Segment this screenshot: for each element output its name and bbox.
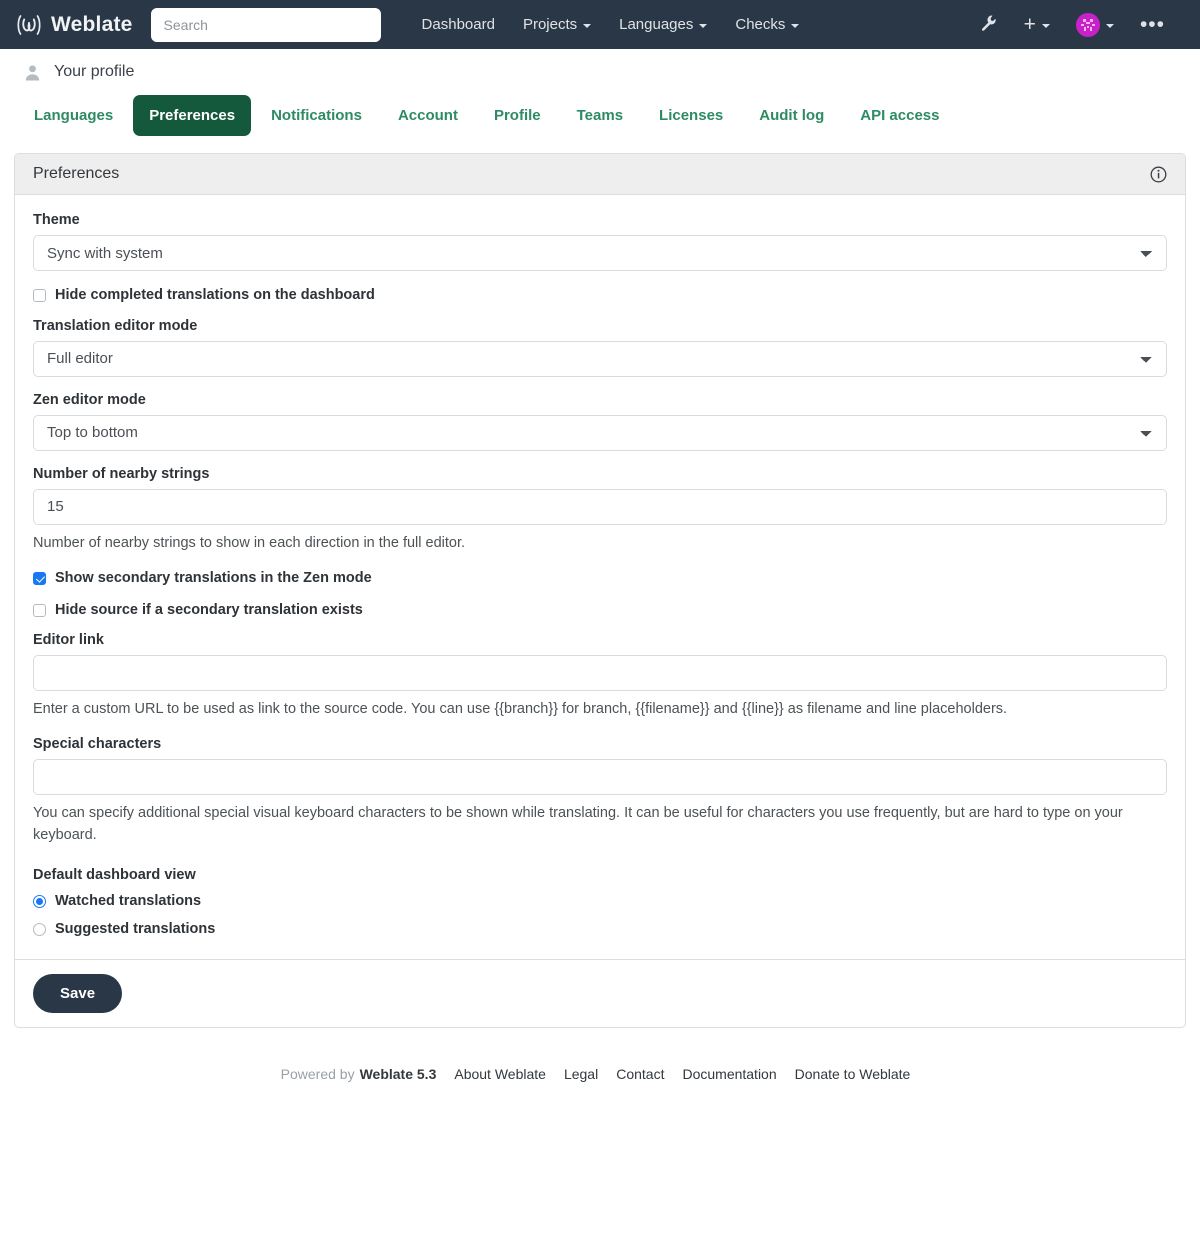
- tab-languages[interactable]: Languages: [18, 95, 129, 136]
- plus-icon: +: [1023, 12, 1036, 36]
- field-translation-editor-mode: Translation editor mode Full editor: [33, 318, 1167, 377]
- user-icon: [24, 64, 41, 81]
- user-menu-button[interactable]: [1065, 6, 1125, 44]
- nav-item-dashboard-label: Dashboard: [421, 16, 495, 33]
- suggested-translations-radio[interactable]: [33, 923, 46, 937]
- footer-link-contact[interactable]: Contact: [607, 1066, 673, 1082]
- tab-notifications[interactable]: Notifications: [255, 95, 378, 136]
- primary-nav: Dashboard Projects Languages Checks: [409, 8, 813, 41]
- chevron-down-icon: [791, 23, 800, 28]
- top-navbar: Weblate Dashboard Projects Languages Che…: [0, 0, 1200, 49]
- chevron-down-icon: [583, 23, 592, 28]
- show-secondary-checkbox[interactable]: [33, 572, 46, 586]
- nav-item-checks-label: Checks: [735, 16, 786, 33]
- save-button[interactable]: Save: [33, 973, 123, 1013]
- row-show-secondary: Show secondary translations in the Zen m…: [33, 569, 1167, 589]
- nearby-strings-label: Number of nearby strings: [33, 465, 210, 482]
- translation-editor-mode-select[interactable]: Full editor: [33, 340, 1167, 377]
- footer-link-weblate-version[interactable]: Weblate 5.3: [360, 1066, 446, 1082]
- watched-translations-radio[interactable]: [33, 894, 46, 908]
- editor-link-input[interactable]: [33, 655, 1167, 692]
- hide-completed-checkbox[interactable]: [33, 289, 46, 302]
- row-hide-completed: Hide completed translations on the dashb…: [33, 286, 1167, 306]
- tab-account[interactable]: Account: [382, 95, 474, 136]
- special-characters-label: Special characters: [33, 736, 162, 753]
- field-theme: Theme Sync with system: [33, 212, 1167, 271]
- theme-label: Theme: [33, 212, 80, 228]
- field-editor-link: Editor link Enter a custom URL to be use…: [33, 632, 1167, 721]
- page-title: Your profile: [54, 63, 135, 80]
- footer-link-legal[interactable]: Legal: [555, 1066, 607, 1082]
- chevron-down-icon: [1041, 23, 1050, 28]
- suggested-translations-label[interactable]: Suggested translations: [55, 920, 215, 940]
- tab-profile[interactable]: Profile: [478, 95, 557, 136]
- footer-link-documentation[interactable]: Documentation: [673, 1066, 785, 1082]
- nav-item-languages-label: Languages: [619, 16, 694, 33]
- brand-home-link[interactable]: Weblate: [16, 12, 133, 38]
- preferences-card: Preferences Theme Sync with system Hide …: [14, 153, 1186, 1028]
- row-watched-translations: Watched translations: [33, 892, 1167, 912]
- weblate-logo-icon: [16, 12, 42, 38]
- tab-teams[interactable]: Teams: [561, 95, 639, 136]
- chevron-down-icon: [1105, 23, 1114, 28]
- zen-editor-mode-select[interactable]: Top to bottom: [33, 414, 1167, 451]
- dashboard-view-label: Default dashboard view: [33, 866, 196, 883]
- page-footer: Powered by Weblate 5.3 About Weblate Leg…: [0, 1066, 1200, 1082]
- info-circle-icon[interactable]: [1150, 166, 1167, 183]
- tab-audit-log[interactable]: Audit log: [743, 95, 840, 136]
- profile-tabs: Languages Preferences Notifications Acco…: [0, 85, 1200, 144]
- preferences-card-title: Preferences: [33, 165, 120, 182]
- field-special-characters: Special characters You can specify addit…: [33, 736, 1167, 847]
- search-input[interactable]: [150, 7, 381, 42]
- powered-by-text: Powered by: [280, 1065, 355, 1082]
- ellipsis-icon: •••: [1139, 12, 1165, 36]
- show-secondary-label[interactable]: Show secondary translations in the Zen m…: [55, 569, 372, 589]
- field-zen-editor-mode: Zen editor mode Top to bottom: [33, 392, 1167, 451]
- hide-completed-label[interactable]: Hide completed translations on the dashb…: [55, 286, 375, 306]
- nav-item-languages[interactable]: Languages: [606, 8, 720, 41]
- brand-text: Weblate: [51, 12, 133, 36]
- chevron-down-icon: [699, 23, 708, 28]
- nav-item-projects-label: Projects: [522, 16, 578, 33]
- special-characters-input[interactable]: [33, 759, 1167, 796]
- special-characters-help: You can specify additional special visua…: [33, 805, 1123, 843]
- nav-item-checks[interactable]: Checks: [722, 8, 812, 41]
- nav-item-projects[interactable]: Projects: [510, 8, 604, 41]
- user-avatar-identicon: [1075, 12, 1100, 37]
- footer-link-donate[interactable]: Donate to Weblate: [786, 1066, 920, 1082]
- footer-link-about-weblate[interactable]: About Weblate: [445, 1066, 555, 1082]
- preferences-form: Theme Sync with system Hide completed tr…: [15, 195, 1185, 959]
- row-hide-source: Hide source if a secondary translation e…: [33, 601, 1167, 621]
- watched-translations-label[interactable]: Watched translations: [55, 892, 201, 912]
- tools-button[interactable]: [969, 7, 1009, 43]
- theme-select[interactable]: Sync with system: [33, 235, 1167, 271]
- navbar-actions: + •••: [969, 6, 1184, 44]
- row-suggested-translations: Suggested translations: [33, 920, 1167, 940]
- nearby-strings-input[interactable]: [33, 488, 1167, 525]
- wrench-icon: [980, 14, 998, 36]
- tab-preferences[interactable]: Preferences: [133, 95, 252, 136]
- page-header: Your profile: [0, 49, 1200, 85]
- hide-source-checkbox[interactable]: [33, 603, 46, 617]
- editor-link-help: Enter a custom URL to be used as link to…: [33, 701, 1008, 718]
- tab-licenses[interactable]: Licenses: [643, 95, 739, 136]
- preferences-card-header: Preferences: [15, 154, 1185, 195]
- nearby-strings-help: Number of nearby strings to show in each…: [33, 534, 466, 551]
- field-nearby-strings: Number of nearby strings Number of nearb…: [33, 466, 1167, 555]
- translation-editor-mode-label: Translation editor mode: [33, 317, 198, 334]
- overflow-menu-button[interactable]: •••: [1129, 12, 1176, 38]
- tab-api-access[interactable]: API access: [844, 95, 955, 136]
- add-button[interactable]: +: [1013, 11, 1061, 39]
- nav-item-dashboard[interactable]: Dashboard: [409, 8, 508, 41]
- editor-link-label: Editor link: [33, 632, 104, 649]
- zen-editor-mode-label: Zen editor mode: [33, 391, 146, 408]
- preferences-card-footer: Save: [15, 958, 1185, 1027]
- hide-source-label[interactable]: Hide source if a secondary translation e…: [55, 601, 363, 621]
